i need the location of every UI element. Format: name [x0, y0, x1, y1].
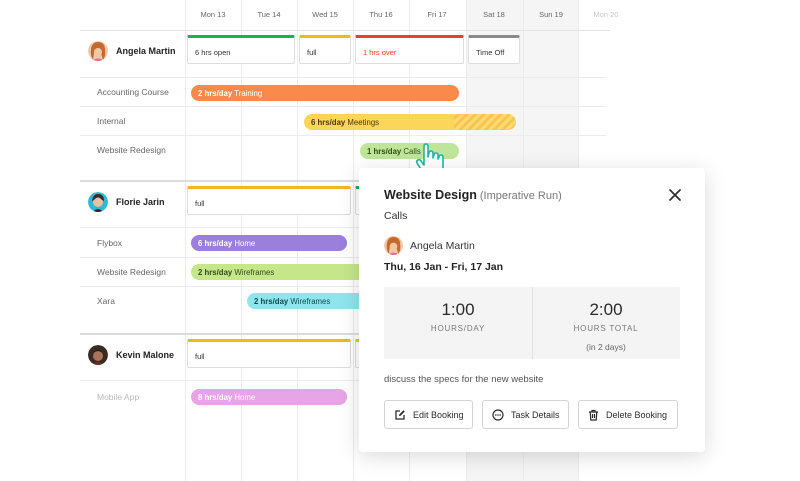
avatar [384, 236, 403, 255]
edit-booking-button[interactable]: Edit Booking [384, 400, 473, 429]
person-name: Kevin Malone [116, 350, 175, 360]
person-name: Florie Jarin [116, 197, 165, 207]
booking-bar-meetings[interactable]: 6 hrs/day Meetings [304, 114, 516, 130]
day-header: Tue 14 [257, 10, 281, 19]
booking-bar-mobile-home[interactable]: 8 hrs/day Home [191, 389, 347, 405]
person-florie-jarin[interactable]: Florie Jarin [88, 192, 165, 212]
more-icon [492, 408, 504, 421]
person-name: Angela Martin [116, 46, 176, 56]
day-header: Wed 15 [312, 10, 338, 19]
avatar [88, 192, 108, 212]
hours-per-day-label: HOURS/DAY [430, 324, 486, 333]
day-header: Sat 18 [483, 10, 505, 19]
capacity-cell[interactable]: full [187, 186, 351, 215]
popover-subtitle: (Imperative Run) [479, 190, 562, 202]
day-header: Thu 16 [369, 10, 393, 19]
project-label: Website Redesign [97, 267, 166, 277]
person-kevin-malone[interactable]: Kevin Malone [88, 345, 174, 365]
project-label: Mobile App [97, 392, 140, 402]
capacity-cell[interactable]: 6 hrs open [187, 35, 295, 64]
capacity-cell[interactable]: full [187, 339, 351, 368]
hours-total-stat: 2:00 HOURS TOTAL (in 2 days) [532, 287, 680, 352]
popover-title: Website Design (Imperative Run) [384, 188, 562, 202]
project-label: Internal [97, 116, 126, 126]
booking-popover: Website Design (Imperative Run) Calls Ang… [359, 168, 705, 452]
edit-icon [395, 409, 405, 420]
header-divider [80, 30, 610, 31]
person-angela-martin[interactable]: Angela Martin [88, 41, 176, 61]
project-label: Xara [97, 296, 115, 306]
day-header: Mon 20 [593, 10, 619, 19]
hours-per-day-stat: 1:00 HOURS/DAY [384, 287, 532, 333]
popover-dates: Thu, 16 Jan - Fri, 17 Jan [384, 261, 504, 273]
capacity-cell[interactable]: 1 hrs over [355, 35, 464, 64]
trash-icon [589, 409, 598, 421]
project-label: Accounting Course [97, 87, 169, 97]
booking-bar-training[interactable]: 2 hrs/day Training [191, 85, 459, 101]
booking-note: discuss the specs for the new website [384, 374, 544, 385]
project-label: Flybox [97, 238, 123, 248]
avatar [88, 345, 108, 365]
popover-person-name: Angela Martin [410, 239, 475, 252]
hours-total-note: (in 2 days) [586, 342, 626, 352]
task-details-button[interactable]: Task Details [482, 400, 569, 429]
delete-booking-button[interactable]: Delete Booking [578, 400, 678, 429]
capacity-cell[interactable]: Time Off [468, 35, 520, 64]
avatar [88, 41, 108, 61]
hours-total-label: HOURS TOTAL [573, 324, 639, 333]
project-label: Website Redesign [97, 145, 166, 155]
day-header: Mon 13 [200, 10, 226, 19]
booking-bar-home[interactable]: 6 hrs/day Home [191, 235, 347, 251]
day-header: Fri 17 [427, 10, 447, 19]
hours-per-day-value: 1:00 [441, 300, 475, 319]
capacity-cell[interactable]: full [299, 35, 351, 64]
hours-total-value: 2:00 [589, 300, 623, 319]
booking-bar-xara-wireframes[interactable]: 2 hrs/day Wireframes [247, 293, 371, 309]
hours-summary: 1:00 HOURS/DAY 2:00 HOURS TOTAL (in 2 da… [384, 287, 680, 359]
popover-person: Angela Martin [384, 236, 475, 255]
popover-task: Calls [384, 210, 408, 222]
booking-bar-wireframes[interactable]: 2 hrs/day Wireframes [191, 264, 371, 280]
close-icon[interactable] [667, 187, 683, 203]
day-header: Sun 19 [539, 10, 563, 19]
